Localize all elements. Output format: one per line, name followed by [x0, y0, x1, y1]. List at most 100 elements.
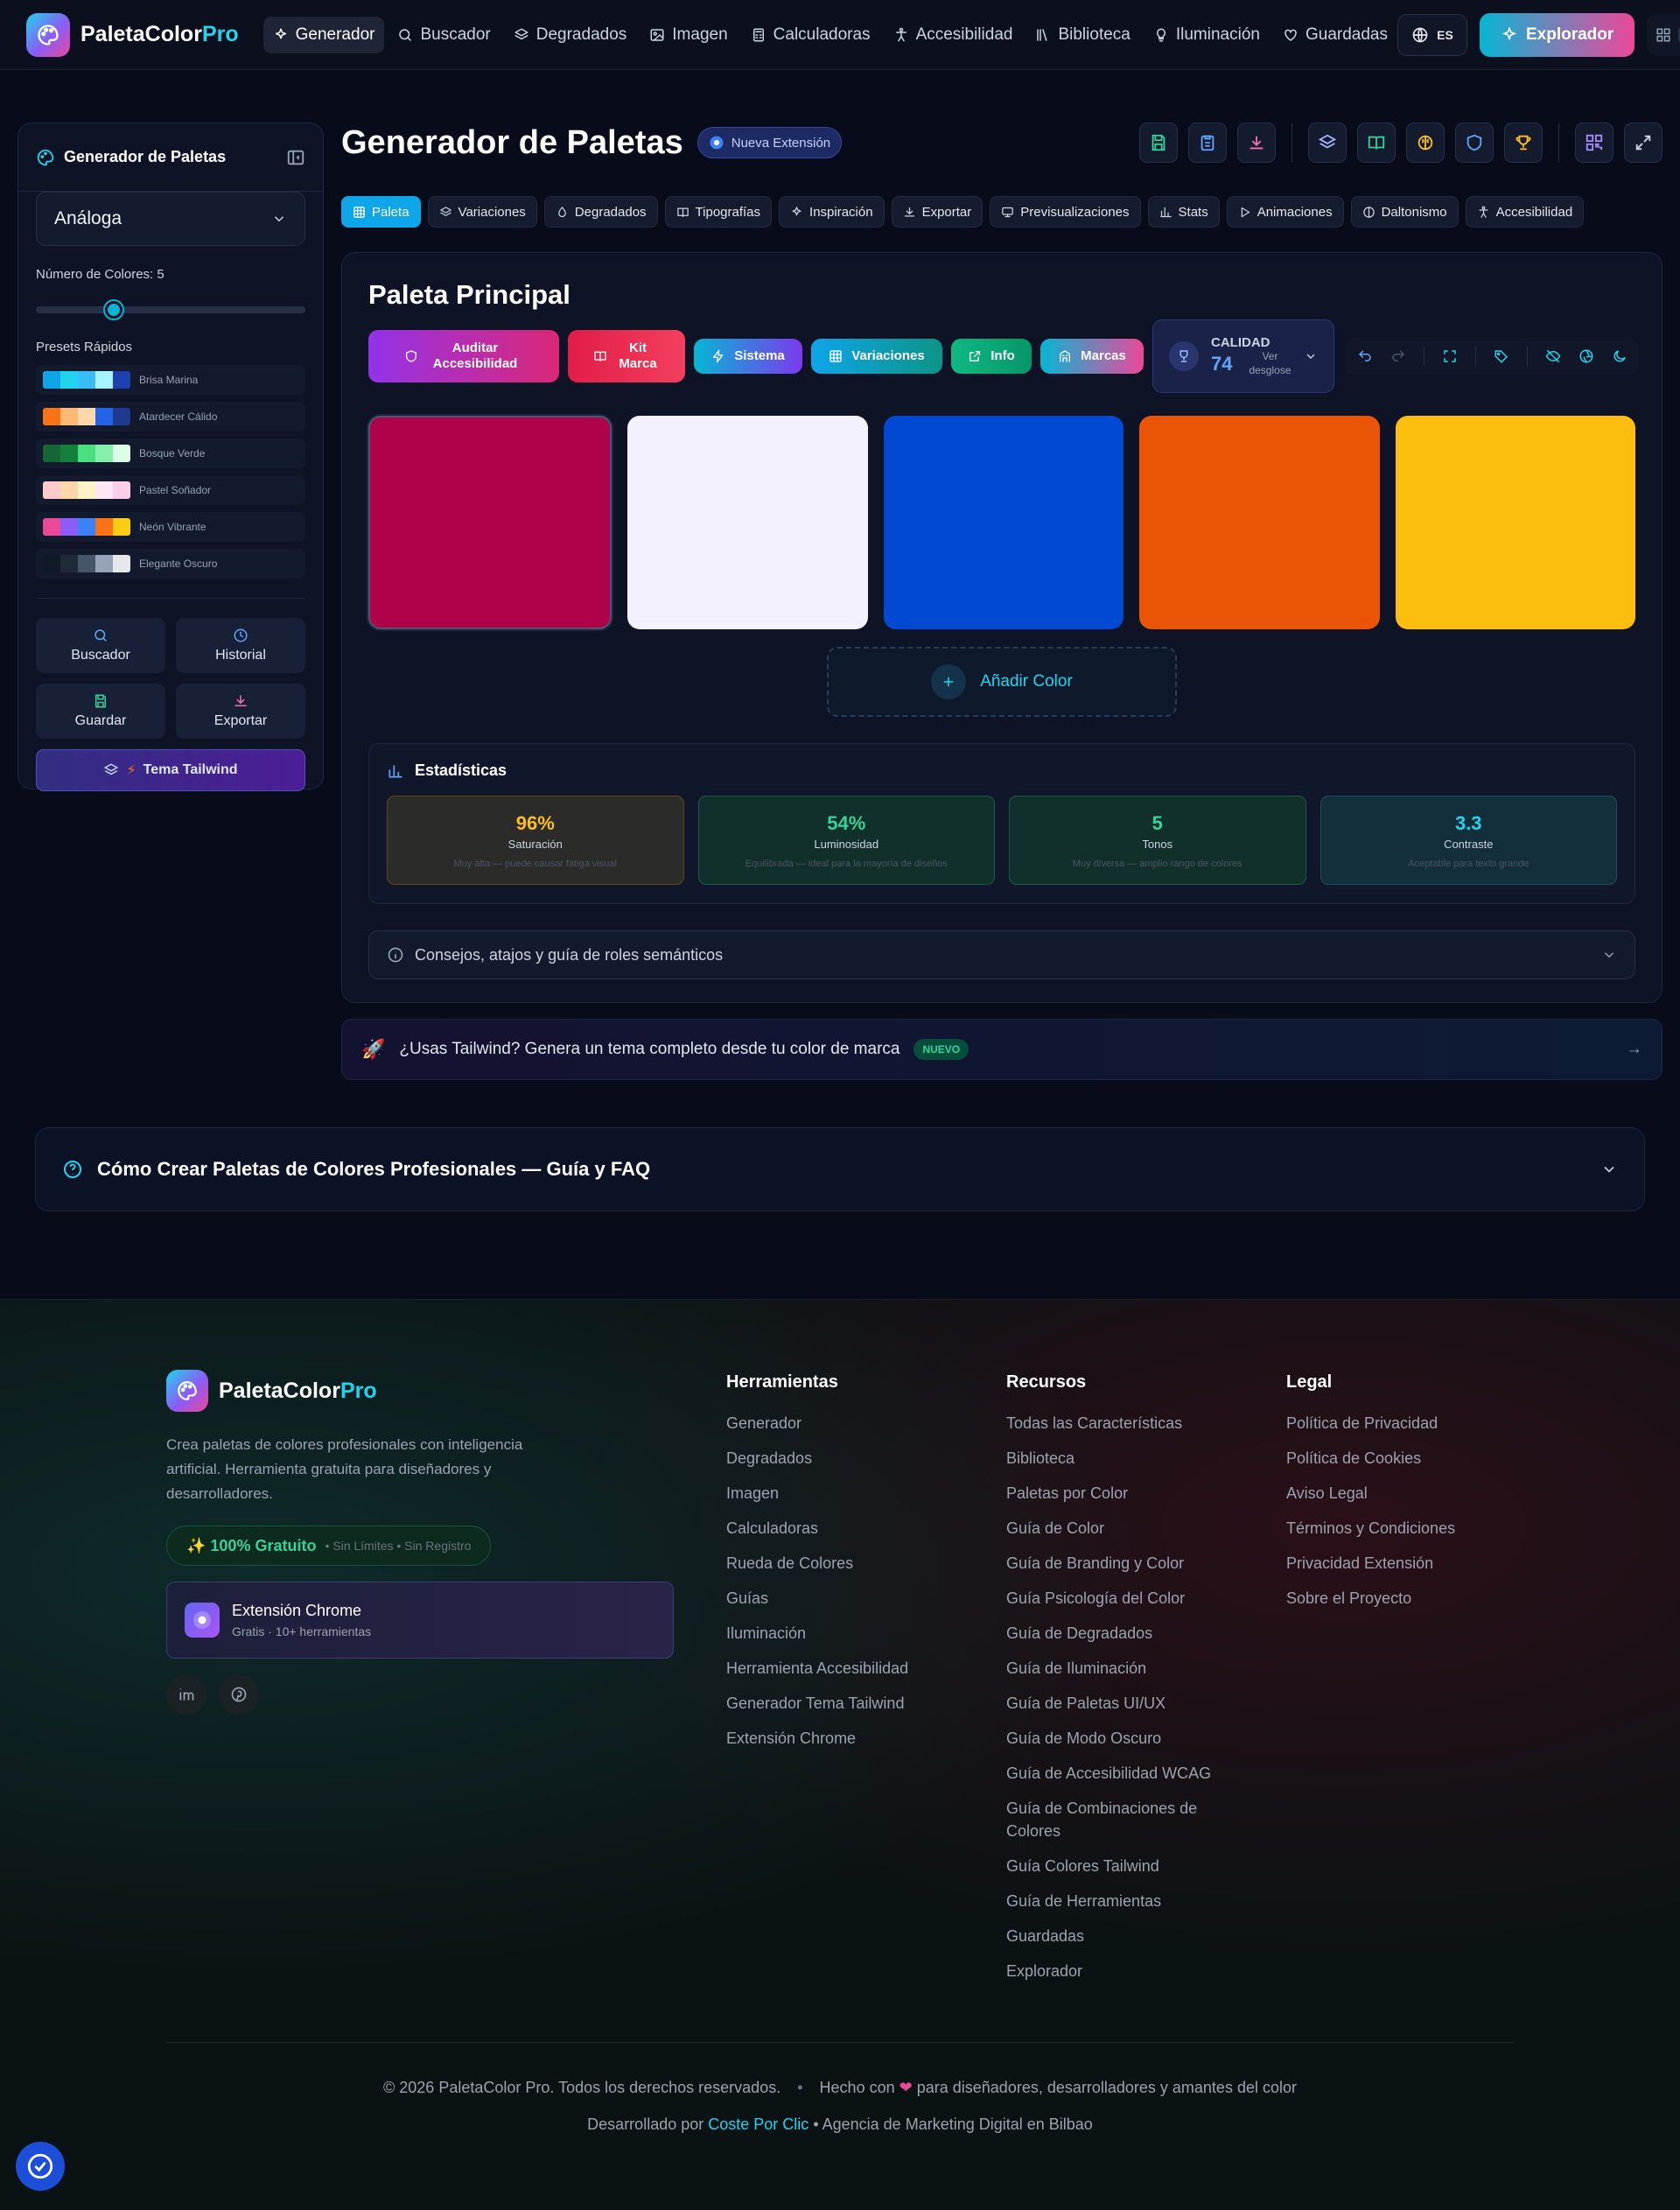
- nav-item-4[interactable]: Calculadoras: [741, 17, 880, 53]
- action-button-2[interactable]: Sistema: [694, 339, 802, 374]
- footer-link[interactable]: Guía Colores Tailwind: [1006, 1855, 1234, 1877]
- tab-4[interactable]: Inspiración: [779, 196, 885, 228]
- ai-brain-button[interactable]: [1406, 123, 1445, 163]
- footer-link[interactable]: Imagen: [726, 1482, 908, 1505]
- chrome-extension-card[interactable]: Extensión Chrome Gratis · 10+ herramient…: [166, 1582, 674, 1659]
- footer-link[interactable]: Privacidad Extensión: [1286, 1552, 1455, 1575]
- preset-item[interactable]: Atardecer Cálido: [36, 402, 305, 431]
- quality-score-panel[interactable]: CALIDAD 74 Ver desglose: [1152, 319, 1335, 393]
- trophy-button[interactable]: [1504, 123, 1543, 163]
- color-swatch[interactable]: [368, 416, 612, 629]
- action-button-3[interactable]: Variaciones: [811, 339, 942, 374]
- tab-3[interactable]: Tipografías: [664, 196, 773, 228]
- tab-6[interactable]: Previsualizaciones: [990, 196, 1141, 228]
- footer-logo[interactable]: PaletaColorPro: [166, 1370, 674, 1412]
- footer-link[interactable]: Herramienta Accesibilidad: [726, 1657, 908, 1680]
- preset-item[interactable]: Pastel Soñador: [36, 475, 305, 505]
- footer-link[interactable]: Guía de Paletas UI/UX: [1006, 1692, 1234, 1715]
- developer-link[interactable]: Coste Por Clic: [708, 2115, 808, 2133]
- tab-2[interactable]: Degradados: [543, 196, 658, 228]
- qr-code-button[interactable]: [1575, 123, 1614, 163]
- footer-link[interactable]: Aviso Legal: [1286, 1482, 1455, 1505]
- focus-icon[interactable]: [1442, 348, 1458, 364]
- layers-button[interactable]: [1308, 123, 1347, 163]
- footer-link[interactable]: Paletas por Color: [1006, 1482, 1234, 1505]
- preset-item[interactable]: Elegante Oscuro: [36, 549, 305, 579]
- footer-link[interactable]: Política de Privacidad: [1286, 1412, 1455, 1435]
- footer-link[interactable]: Términos y Condiciones: [1286, 1517, 1455, 1540]
- nav-item-8[interactable]: Guardadas: [1273, 17, 1397, 53]
- footer-link[interactable]: Biblioteca: [1006, 1447, 1234, 1470]
- footer-link[interactable]: Guía de Modo Oscuro: [1006, 1727, 1234, 1750]
- footer-link[interactable]: Sobre el Proyecto: [1286, 1587, 1455, 1610]
- tab-5[interactable]: Exportar: [891, 196, 984, 228]
- command-palette-button[interactable]: ⌘K: [1647, 13, 1680, 56]
- nav-item-7[interactable]: Iluminación: [1144, 17, 1270, 53]
- nav-item-1[interactable]: Buscador: [388, 17, 500, 53]
- faq-accordion[interactable]: Cómo Crear Paletas de Colores Profesiona…: [35, 1127, 1645, 1211]
- footer-link[interactable]: Explorador: [1006, 1960, 1234, 1982]
- footer-link[interactable]: Guía de Iluminación: [1006, 1657, 1234, 1680]
- footer-link[interactable]: Guía de Combinaciones de Colores: [1006, 1797, 1234, 1842]
- quality-breakdown-link[interactable]: Ver desglose: [1248, 350, 1292, 377]
- action-button-5[interactable]: Marcas: [1040, 339, 1144, 374]
- collapse-sidebar-icon[interactable]: [286, 148, 305, 167]
- preset-item[interactable]: Brisa Marina: [36, 365, 305, 395]
- action-button-4[interactable]: Info: [951, 339, 1032, 374]
- footer-link[interactable]: Guía de Herramientas: [1006, 1890, 1234, 1912]
- sidebar-button-3[interactable]: Exportar: [176, 684, 305, 739]
- footer-link[interactable]: Extensión Chrome: [726, 1727, 908, 1750]
- sidebar-button-0[interactable]: Buscador: [36, 618, 165, 673]
- footer-link[interactable]: Degradados: [726, 1447, 908, 1470]
- color-swatch[interactable]: [1395, 416, 1636, 629]
- nav-item-0[interactable]: Generador: [262, 16, 385, 53]
- download-palette-button[interactable]: [1237, 123, 1276, 163]
- footer-link[interactable]: Política de Cookies: [1286, 1447, 1455, 1470]
- tab-7[interactable]: Stats: [1147, 196, 1220, 228]
- footer-link[interactable]: Guía de Branding y Color: [1006, 1552, 1234, 1575]
- footer-link[interactable]: Guía Psicología del Color: [1006, 1587, 1234, 1610]
- moon-icon[interactable]: [1612, 348, 1628, 364]
- save-palette-button[interactable]: [1139, 123, 1178, 163]
- footer-link[interactable]: Generador: [726, 1412, 908, 1435]
- harmony-select[interactable]: Análoga: [36, 192, 305, 246]
- guide-button[interactable]: [1357, 123, 1396, 163]
- brand-logo[interactable]: PaletaColorPro: [26, 12, 239, 57]
- footer-link[interactable]: Guardadas: [1006, 1925, 1234, 1947]
- linkedin-icon[interactable]: [166, 1674, 206, 1715]
- pinterest-icon[interactable]: [219, 1674, 259, 1715]
- sidebar-button-2[interactable]: Guardar: [36, 684, 165, 739]
- preset-item[interactable]: Neón Vibrante: [36, 512, 305, 542]
- color-swatch[interactable]: [1139, 416, 1380, 629]
- action-button-0[interactable]: Auditar Accesibilidad: [368, 330, 559, 382]
- action-button-1[interactable]: Kit Marca: [568, 330, 685, 382]
- nav-item-2[interactable]: Degradados: [504, 17, 637, 53]
- tag-icon[interactable]: [1494, 348, 1509, 364]
- tab-8[interactable]: Animaciones: [1226, 196, 1344, 228]
- eye-off-icon[interactable]: [1545, 348, 1561, 364]
- shield-button[interactable]: [1455, 123, 1494, 163]
- footer-link[interactable]: Generador Tema Tailwind: [726, 1692, 908, 1715]
- tab-9[interactable]: Daltonismo: [1350, 196, 1459, 228]
- aperture-icon[interactable]: [1578, 348, 1594, 364]
- slider-knob[interactable]: [105, 301, 122, 319]
- undo-icon[interactable]: [1357, 348, 1373, 364]
- footer-link[interactable]: Guía de Degradados: [1006, 1622, 1234, 1645]
- footer-link[interactable]: Guía de Color: [1006, 1517, 1234, 1540]
- accessibility-widget-button[interactable]: [16, 2142, 65, 2191]
- tailwind-banner[interactable]: 🚀 ¿Usas Tailwind? Genera un tema complet…: [341, 1019, 1662, 1080]
- tab-10[interactable]: Accesibilidad: [1465, 196, 1585, 228]
- footer-link[interactable]: Guías: [726, 1587, 908, 1610]
- nav-item-5[interactable]: Accesibilidad: [884, 17, 1023, 53]
- explorer-button[interactable]: Explorador: [1479, 12, 1635, 57]
- footer-link[interactable]: Calculadoras: [726, 1517, 908, 1540]
- new-extension-badge[interactable]: Nueva Extensión: [696, 127, 843, 158]
- tailwind-theme-button[interactable]: ⚡ Tema Tailwind: [36, 749, 305, 791]
- footer-link[interactable]: Rueda de Colores: [726, 1552, 908, 1575]
- tab-1[interactable]: Variaciones: [427, 196, 537, 228]
- color-swatch[interactable]: [883, 416, 1124, 629]
- preset-item[interactable]: Bosque Verde: [36, 438, 305, 468]
- nav-item-6[interactable]: Biblioteca: [1026, 17, 1139, 53]
- footer-link[interactable]: Todas las Características: [1006, 1412, 1234, 1435]
- tab-0[interactable]: Paleta: [341, 196, 421, 228]
